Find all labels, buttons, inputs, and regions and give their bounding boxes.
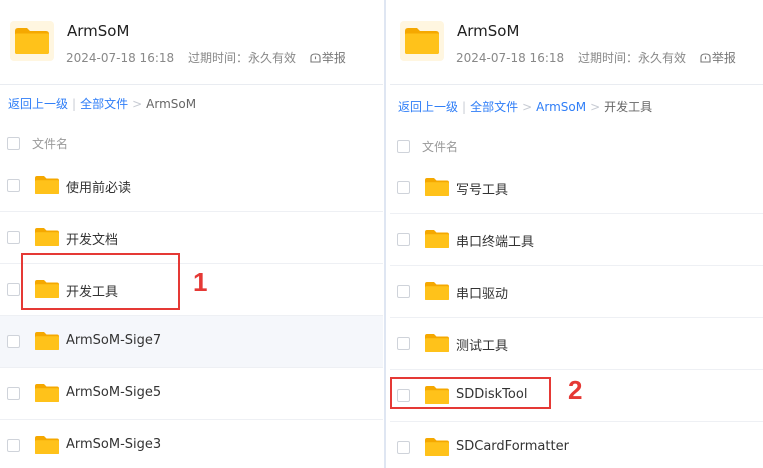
breadcrumb-parent[interactable]: ArmSoM	[536, 100, 586, 114]
list-item[interactable]: ArmSoM-Sige7	[0, 316, 383, 368]
report-icon	[310, 53, 321, 63]
folder-icon	[424, 333, 450, 353]
panel-divider	[383, 0, 390, 468]
file-list: 使用前必读 开发文档 开发工具 ArmSoM-Sige7 ArmSoM-Sige…	[0, 160, 383, 468]
file-name[interactable]: 测试工具	[456, 335, 508, 354]
folder-icon	[34, 227, 60, 247]
share-header: ArmSoM 2024-07-18 16:18 过期时间：永久有效 举报	[390, 0, 763, 85]
list-item[interactable]: ArmSoM-Sige3	[0, 420, 383, 468]
folder-icon	[34, 175, 60, 195]
select-all-checkbox[interactable]	[397, 140, 410, 153]
row-checkbox[interactable]	[7, 335, 20, 348]
share-title: ArmSoM	[67, 22, 130, 40]
folder-icon	[10, 21, 54, 61]
report-button[interactable]: 举报	[310, 51, 356, 65]
file-name[interactable]: 串口驱动	[456, 283, 508, 302]
breadcrumb-current: 开发工具	[604, 100, 653, 114]
highlight-box	[390, 377, 551, 409]
file-name[interactable]: ArmSoM-Sige5	[66, 385, 161, 400]
folder-icon	[424, 229, 450, 249]
row-checkbox[interactable]	[397, 233, 410, 246]
list-item[interactable]: 串口驱动	[390, 266, 763, 318]
file-name[interactable]: 写号工具	[456, 179, 508, 198]
breadcrumb-separator: |	[72, 97, 77, 111]
list-item[interactable]: 串口终端工具	[390, 214, 763, 266]
report-label: 举报	[711, 51, 736, 65]
row-checkbox[interactable]	[7, 439, 20, 452]
expire-text: 过期时间：永久有效	[187, 51, 296, 65]
file-name[interactable]: 串口终端工具	[456, 231, 534, 250]
share-title: ArmSoM	[457, 22, 520, 40]
list-item[interactable]: SDCardFormatter	[390, 422, 763, 468]
folder-icon	[34, 435, 60, 455]
report-button[interactable]: 举报	[700, 51, 746, 65]
right-panel: ArmSoM 2024-07-18 16:18 过期时间：永久有效 举报 返回上…	[390, 0, 763, 468]
file-list: 写号工具 串口终端工具 串口驱动 测试工具 SDDiskTool SDCardF…	[390, 162, 763, 468]
breadcrumb-all-files[interactable]: 全部文件	[80, 97, 128, 111]
breadcrumb-back[interactable]: 返回上一级	[8, 97, 68, 111]
step-number: 2	[568, 375, 583, 405]
breadcrumb-current: ArmSoM	[146, 97, 197, 111]
share-meta: 2024-07-18 16:18 过期时间：永久有效 举报	[66, 49, 366, 66]
share-header: ArmSoM 2024-07-18 16:18 过期时间：永久有效 举报	[0, 0, 383, 85]
column-header: 文件名	[390, 132, 763, 160]
report-label: 举报	[321, 51, 346, 65]
breadcrumb-chevron: >	[590, 100, 601, 114]
breadcrumb: 返回上一级 | 全部文件 > ArmSoM	[8, 95, 196, 112]
breadcrumb-all-files[interactable]: 全部文件	[470, 100, 518, 114]
file-name[interactable]: 使用前必读	[66, 177, 131, 196]
highlight-box	[21, 253, 180, 310]
row-checkbox[interactable]	[397, 337, 410, 350]
folder-icon	[424, 177, 450, 197]
row-checkbox[interactable]	[397, 441, 410, 454]
file-name[interactable]: ArmSoM-Sige3	[66, 437, 161, 452]
breadcrumb: 返回上一级 | 全部文件 > ArmSoM > 开发工具	[398, 98, 652, 115]
list-item[interactable]: 测试工具	[390, 318, 763, 370]
list-item[interactable]: 写号工具	[390, 162, 763, 214]
column-filename: 文件名	[32, 137, 69, 151]
file-name[interactable]: SDCardFormatter	[456, 439, 569, 454]
share-date: 2024-07-18 16:18	[66, 51, 175, 65]
breadcrumb-back[interactable]: 返回上一级	[398, 100, 458, 114]
row-checkbox[interactable]	[397, 285, 410, 298]
select-all-checkbox[interactable]	[7, 137, 20, 150]
row-checkbox[interactable]	[7, 179, 20, 192]
list-item[interactable]: 使用前必读	[0, 160, 383, 212]
file-name[interactable]: ArmSoM-Sige7	[66, 333, 161, 348]
folder-icon	[34, 383, 60, 403]
breadcrumb-separator: |	[462, 100, 467, 114]
breadcrumb-chevron: >	[132, 97, 143, 111]
folder-icon	[424, 437, 450, 457]
folder-icon	[424, 281, 450, 301]
row-checkbox[interactable]	[7, 387, 20, 400]
row-checkbox[interactable]	[7, 283, 20, 296]
share-meta: 2024-07-18 16:18 过期时间：永久有效 举报	[456, 49, 756, 66]
folder-icon	[34, 331, 60, 351]
folder-icon	[400, 21, 444, 61]
step-number: 1	[193, 267, 208, 297]
expire-text: 过期时间：永久有效	[577, 51, 686, 65]
left-panel: ArmSoM 2024-07-18 16:18 过期时间：永久有效 举报 返回上…	[0, 0, 383, 468]
row-checkbox[interactable]	[7, 231, 20, 244]
share-date: 2024-07-18 16:18	[456, 51, 565, 65]
column-header: 文件名	[0, 129, 383, 157]
column-filename: 文件名	[422, 140, 459, 154]
file-name[interactable]: 开发文档	[66, 229, 118, 248]
row-checkbox[interactable]	[397, 181, 410, 194]
breadcrumb-chevron: >	[522, 100, 533, 114]
list-item[interactable]: ArmSoM-Sige5	[0, 368, 383, 420]
report-icon	[700, 53, 711, 63]
